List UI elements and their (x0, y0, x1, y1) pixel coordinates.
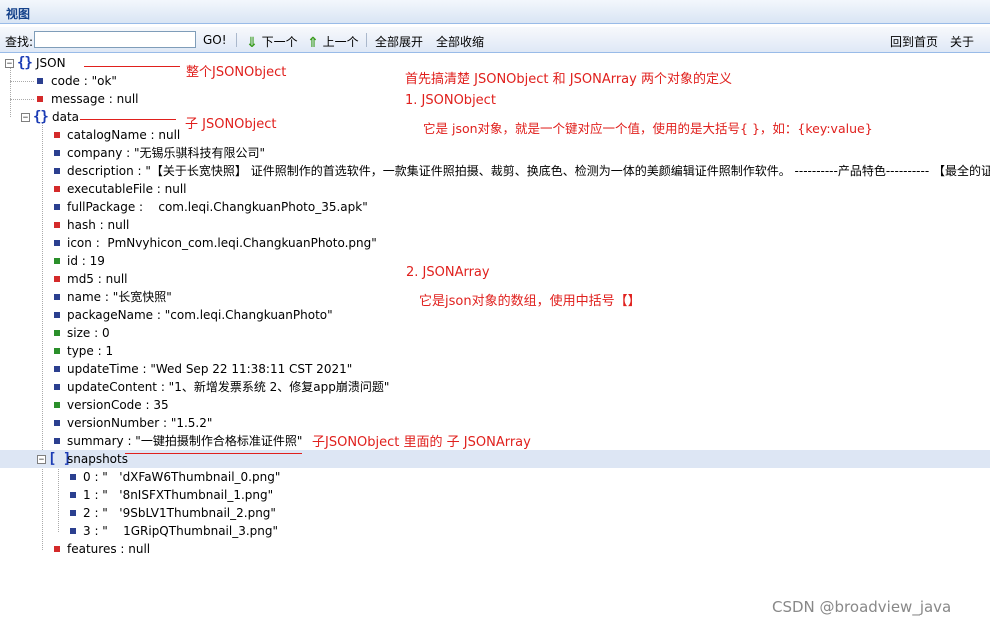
tree-node-label: id : 19 (67, 254, 105, 268)
tree-node-label: size : 0 (67, 326, 110, 340)
tree-node-label: 2 : " '9SbLV1Thumbnail_2.png" (83, 506, 276, 520)
expand-all-button[interactable]: 全部展开 (375, 33, 423, 50)
key-leaf-icon (54, 366, 60, 372)
prev-button-label: 上一个 (322, 35, 359, 49)
tree-connector (10, 99, 34, 100)
annotation-underline (125, 453, 302, 454)
annotation-underline (84, 66, 180, 67)
key-leaf-icon (70, 528, 76, 534)
tree-node-label: message : null (51, 92, 139, 106)
tree-node-label: 0 : " 'dXFaW6Thumbnail_0.png" (83, 470, 281, 484)
key-leaf-icon (54, 222, 60, 228)
key-leaf-icon (70, 474, 76, 480)
tree-node-label: updateTime : "Wed Sep 22 11:38:11 CST 20… (67, 362, 353, 376)
toolbar: 查找: GO! ⇓ 下一个 ⇑ 上一个 全部展开 全部收缩 回到首页 关于 (0, 27, 990, 53)
key-leaf-icon (37, 78, 43, 84)
tree-node-label: fullPackage : com.leqi.ChangkuanPhoto_35… (67, 200, 368, 214)
tree-node-label: catalogName : null (67, 128, 181, 142)
key-leaf-icon (54, 348, 60, 354)
key-leaf-icon (54, 312, 60, 318)
key-leaf-icon (54, 276, 60, 282)
tree-connector (42, 122, 43, 550)
panel-header: 视图 (0, 0, 990, 24)
tree-node-label: data (52, 110, 80, 124)
key-leaf-icon (70, 492, 76, 498)
arrow-down-icon: ⇓ (246, 35, 258, 51)
annotation-intro: 首先搞清楚 JSONObject 和 JSONArray 两个对象的定义 (405, 72, 732, 87)
key-leaf-icon (54, 204, 60, 210)
tree-node-label: executableFile : null (67, 182, 187, 196)
about-button[interactable]: 关于 (950, 33, 974, 50)
tree-node-label: name : "长宽快照" (67, 290, 172, 304)
key-leaf-icon (54, 384, 60, 390)
tree-node-label: versionNumber : "1.5.2" (67, 416, 213, 430)
annotation-point1-desc: 它是 json对象，就是一个键对应一个值，使用的是大括号{ }，如：{key:v… (423, 121, 873, 136)
json-object-icon: {} (17, 55, 33, 71)
home-button[interactable]: 回到首页 (890, 33, 938, 50)
tree-node-label: summary : "一键拍摄制作合格标准证件照" (67, 434, 303, 448)
tree-node-label: hash : null (67, 218, 130, 232)
key-leaf-icon (54, 330, 60, 336)
panel-title: 视图 (6, 7, 31, 21)
key-leaf-icon (54, 240, 60, 246)
annotation-point2-title: 2. JSONArray (406, 265, 490, 280)
tree-connector (10, 81, 34, 82)
key-leaf-icon (54, 132, 60, 138)
tree-node-label: 1 : " '8nISFXThumbnail_1.png" (83, 488, 274, 502)
tree-node-label: icon : PmNvyhicon_com.leqi.ChangkuanPhot… (67, 236, 377, 250)
watermark: CSDN @broadview_java (772, 598, 952, 616)
tree-connector (10, 68, 11, 117)
key-leaf-icon (54, 420, 60, 426)
tree-node-label: snapshots (67, 452, 128, 466)
toolbar-separator (236, 33, 237, 47)
tree-node-label: md5 : null (67, 272, 128, 286)
annotation-sub-object: 子 JSONObject (185, 117, 277, 132)
key-leaf-icon (70, 510, 76, 516)
tree-node-description[interactable]: description : "【关于长宽快照】 证件照制作的首选软件，一款集证件… (0, 162, 990, 180)
tree-node-label: code : "ok" (51, 74, 117, 88)
tree-node-label: type : 1 (67, 344, 114, 358)
go-button[interactable]: GO! (203, 33, 227, 47)
tree-node-label: packageName : "com.leqi.ChangkuanPhoto" (67, 308, 333, 322)
tree-node-label: company : "无锡乐骐科技有限公司" (67, 146, 266, 160)
annotation-underline (80, 119, 176, 120)
key-leaf-icon (54, 150, 60, 156)
annotation-whole-object: 整个JSONObject (186, 65, 287, 80)
annotation-point2-desc: 它是json对象的数组，使用中括号【】 (419, 294, 641, 309)
tree-node-label: features : null (67, 542, 151, 556)
tree-node-label: 3 : " 1GRipQThumbnail_3.png" (83, 524, 279, 538)
key-leaf-icon (54, 438, 60, 444)
json-tree: − {} JSON code : "ok" message : null − {… (0, 54, 990, 627)
collapse-toggle-icon[interactable]: − (37, 455, 46, 465)
key-leaf-icon (54, 258, 60, 264)
tree-node-label: updateContent : "1、新增发票系统 2、修复app崩溃问题" (67, 380, 390, 394)
key-leaf-icon (54, 546, 60, 552)
json-object-icon: {} (33, 109, 49, 125)
tree-node-label: versionCode : 35 (67, 398, 169, 412)
key-leaf-icon (54, 168, 60, 174)
search-input[interactable] (34, 31, 196, 48)
key-leaf-icon (54, 294, 60, 300)
prev-button[interactable]: ⇑ 上一个 (307, 33, 359, 51)
collapse-toggle-icon[interactable]: − (5, 59, 14, 69)
next-button[interactable]: ⇓ 下一个 (246, 33, 298, 51)
next-button-label: 下一个 (261, 35, 298, 49)
key-leaf-icon (54, 402, 60, 408)
tree-connector (58, 464, 59, 532)
toolbar-separator (366, 33, 367, 47)
collapse-all-button[interactable]: 全部收缩 (436, 33, 484, 50)
arrow-up-icon: ⇑ (307, 35, 319, 51)
search-label: 查找: (5, 35, 34, 49)
key-leaf-icon (37, 96, 43, 102)
tree-node-label: JSON (36, 56, 66, 70)
annotation-sub-array: 子JSONObject 里面的 子 JSONArray (312, 435, 531, 450)
annotation-point1-title: 1. JSONObject (405, 93, 496, 108)
key-leaf-icon (54, 186, 60, 192)
collapse-toggle-icon[interactable]: − (21, 113, 30, 123)
tree-node-label: description : "【关于长宽快照】 证件照制作的首选软件，一款集证件… (67, 164, 990, 178)
